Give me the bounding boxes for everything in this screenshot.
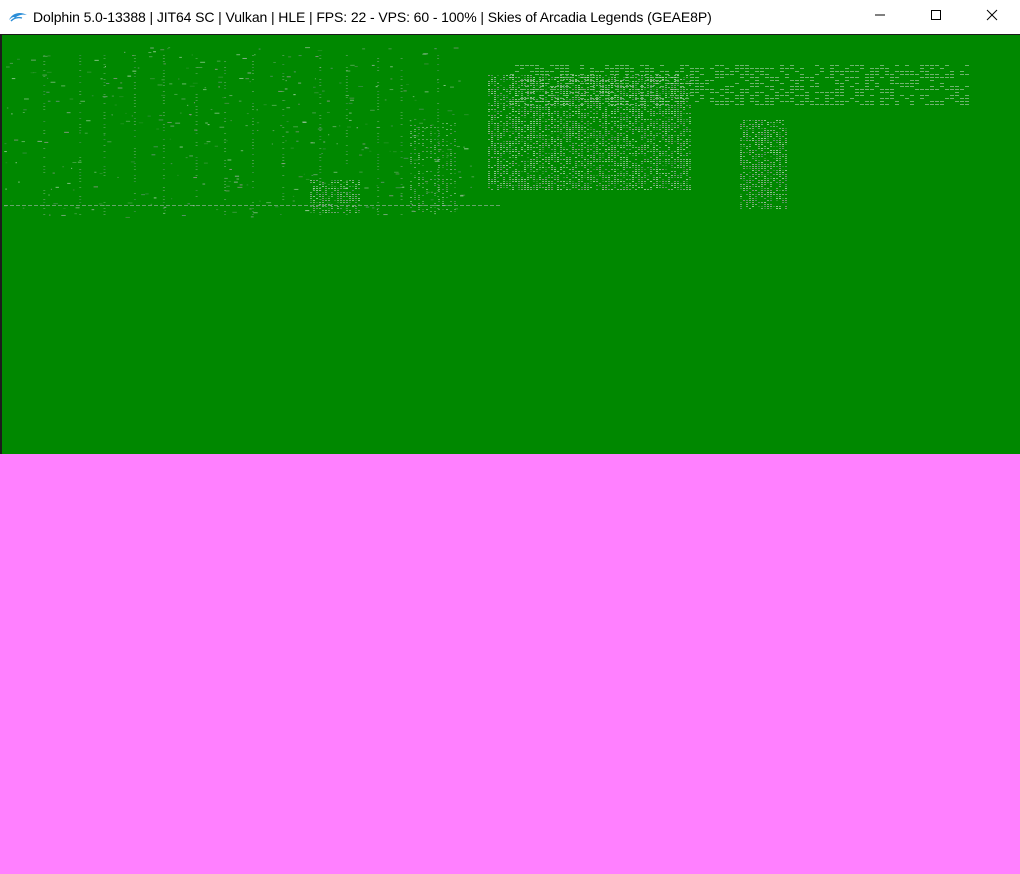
title-bar[interactable]: Dolphin 5.0-13388 | JIT64 SC | Vulkan | … xyxy=(0,0,1020,35)
minimize-button[interactable] xyxy=(852,0,908,34)
dolphin-logo-icon xyxy=(8,10,28,24)
graphics-glitch-artifacts xyxy=(4,47,969,218)
close-button[interactable] xyxy=(964,0,1020,34)
dolphin-window: Dolphin 5.0-13388 | JIT64 SC | Vulkan | … xyxy=(0,0,1020,874)
maximize-button[interactable] xyxy=(908,0,964,34)
window-title: Dolphin 5.0-13388 | JIT64 SC | Vulkan | … xyxy=(33,9,712,25)
close-icon xyxy=(986,8,998,26)
window-controls xyxy=(852,0,1020,34)
maximize-icon xyxy=(930,8,942,26)
game-render-area[interactable] xyxy=(0,35,1020,874)
render-lower-region xyxy=(0,454,1020,874)
minimize-icon xyxy=(874,8,886,26)
